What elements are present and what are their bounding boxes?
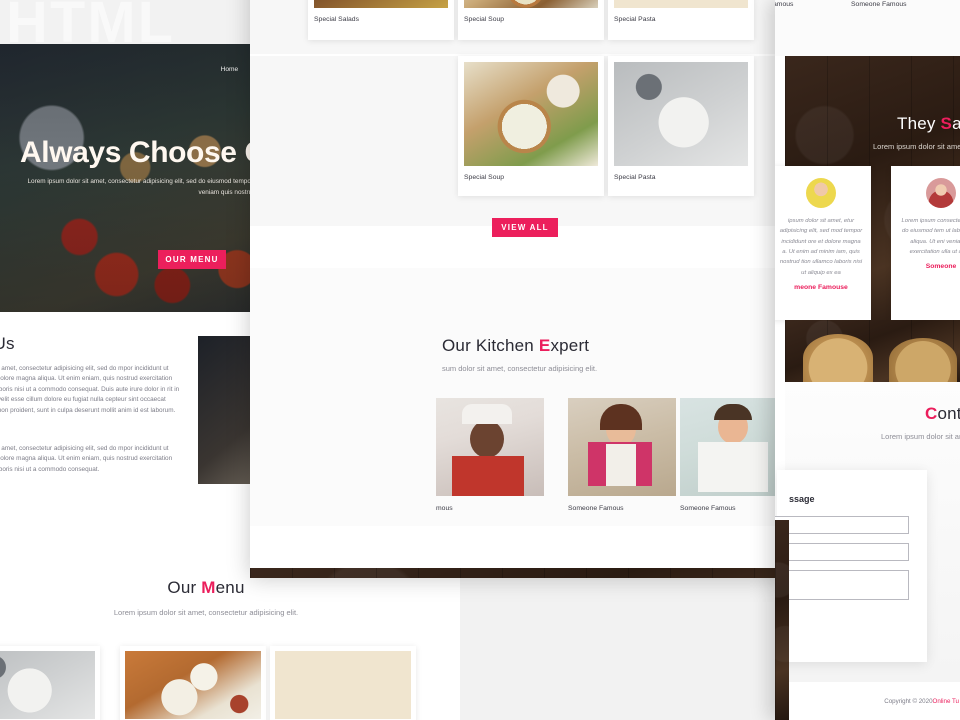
testimonials-title-accent: S	[940, 114, 953, 133]
avatar	[806, 178, 836, 208]
contact-title-accent: C	[925, 404, 938, 423]
right-screenshot-panel: amous Someone Famous They Said Lorem ips…	[775, 0, 960, 720]
center-menu-grid-top: Special Salads Special Soup Special Past…	[250, 0, 790, 54]
center-screenshot-panel: Special Salads Special Soup Special Past…	[250, 0, 790, 578]
nav-item-home[interactable]: Home	[221, 66, 239, 73]
about-paragraph-1: m dolor sit amet, consectetur adipisicin…	[0, 365, 180, 414]
contact-email-input[interactable]	[775, 543, 909, 561]
menu-card-image	[314, 0, 448, 8]
contact-title: Conta	[925, 404, 960, 424]
testimonial-card[interactable]: Lorem ipsum consectetur adip do eiusmod …	[891, 166, 960, 320]
contact-name-input[interactable]	[775, 516, 909, 534]
expert-member[interactable]: Someone Famous	[568, 398, 676, 518]
expert-title-suffix: xpert	[550, 336, 590, 355]
chef-hat-icon	[462, 404, 512, 424]
menu-card[interactable]	[120, 646, 266, 720]
expert-title-accent: E	[538, 336, 551, 355]
menu-card-image	[125, 651, 261, 719]
contact-form-title: ssage	[789, 494, 815, 504]
menu-card[interactable]: Special Soup	[458, 56, 604, 196]
menu-card[interactable]	[0, 646, 100, 720]
menu-card-label: Special Pasta	[614, 16, 656, 23]
expert-member-photo	[568, 398, 676, 496]
testimonials-title-suffix: aid	[952, 114, 960, 133]
menu-card[interactable]: Special Pasta	[608, 0, 754, 40]
menu-card-label: Special Pasta	[614, 174, 656, 181]
right-testimonials-section: They Said Lorem ipsum dolor sit amet, ip…	[775, 56, 960, 320]
contact-title-suffix: onta	[937, 404, 960, 423]
right-expert-tail: amous Someone Famous	[775, 0, 960, 56]
expert-member-photo	[680, 398, 788, 496]
menu-card-label: Special Salads	[314, 16, 359, 23]
avatar	[926, 178, 956, 208]
photo-bleed-strip	[775, 520, 789, 720]
chef-apron-icon	[606, 444, 636, 486]
testimonials-title-prefix: They	[897, 114, 941, 133]
testimonial-quote: Lorem ipsum consectetur adip do eiusmod …	[901, 218, 960, 255]
expert-member-name: Someone Famous	[680, 505, 736, 512]
menu-title-suffix: enu	[215, 578, 245, 597]
menu-card-image	[275, 651, 411, 719]
menu-card-label: Special Soup	[464, 174, 505, 181]
about-paragraph-2: m dolor sit amet, consectetur adipisicin…	[0, 445, 173, 473]
testimonial-card[interactable]: ipsum dolor sit amet, etur adipisicing e…	[775, 166, 871, 320]
expert-member-name: Someone Famous	[568, 505, 624, 512]
contact-form-card: ssage	[775, 470, 927, 662]
contact-message-input[interactable]	[775, 570, 909, 600]
chef-hair-icon	[600, 404, 642, 430]
expert-member-name: mous	[436, 505, 453, 512]
expert-member-name: Someone Famous	[851, 1, 907, 8]
center-menu-grid-bottom: Special Soup Special Pasta VIEW ALL	[250, 56, 790, 237]
menu-title-prefix: Our	[167, 578, 202, 597]
menu-card-image	[614, 0, 748, 8]
contact-subtitle: Lorem ipsum dolor sit amet,	[881, 432, 960, 441]
menu-card-label: Special Soup	[464, 16, 505, 23]
view-all-button[interactable]: VIEW ALL	[492, 218, 558, 237]
testimonial-author: meone Famouse	[794, 283, 848, 291]
testimonial-quote: ipsum dolor sit amet, etur adipisicing e…	[779, 218, 863, 276]
menu-card[interactable]: Special Soup	[458, 0, 604, 40]
testimonials-title: They Said	[897, 114, 960, 134]
about-title: ut Us	[0, 334, 15, 353]
footer: Copyright © 2020 Online Tu	[785, 682, 960, 720]
testimonials-bottom-strip	[785, 320, 960, 382]
chef-apron-icon	[452, 456, 524, 496]
chef-shirt-icon	[588, 442, 652, 486]
menu-card-image	[0, 651, 95, 719]
menu-card-image	[614, 62, 748, 166]
menu-title-accent: M	[201, 578, 216, 597]
expert-member[interactable]: mous	[436, 398, 544, 518]
chef-coat-icon	[698, 442, 768, 492]
expert-member-photo	[436, 398, 544, 496]
chef-face-icon	[718, 410, 748, 444]
chef-hair-icon	[714, 404, 752, 420]
menu-card[interactable]: Special Salads	[308, 0, 454, 40]
expert-section: Our Kitchen Expert sum dolor sit amet, c…	[250, 268, 790, 526]
expert-member[interactable]: Someone Famous	[680, 398, 788, 518]
chef-face-icon	[606, 412, 636, 446]
menu-card[interactable]: Special Pasta	[608, 56, 754, 196]
menu-section-subtitle: Lorem ipsum dolor sit amet, consectetur …	[113, 608, 299, 617]
menu-card[interactable]	[270, 646, 416, 720]
screenshot-collage: HTML Home About Menu Expert Testimonials…	[0, 0, 960, 720]
expert-subtitle: sum dolor sit amet, consectetur adipisic…	[442, 364, 598, 373]
menu-card-image	[464, 62, 598, 166]
expert-title: Our Kitchen Expert	[442, 336, 589, 356]
expert-title-prefix: Our Kitchen	[442, 336, 539, 355]
footer-brand-link[interactable]: Online Tu	[933, 698, 959, 705]
menu-card-image	[464, 0, 598, 8]
testimonials-subtitle: Lorem ipsum dolor sit amet,	[873, 142, 960, 151]
testimonial-author: Someone	[925, 263, 957, 271]
chef-face-icon	[470, 420, 504, 458]
contact-section: Conta Lorem ipsum dolor sit amet, ssage	[775, 382, 960, 682]
footer-copyright: Copyright © 2020	[884, 697, 933, 705]
menu-section-title: Our Menu	[0, 578, 416, 598]
bread-image	[889, 338, 957, 382]
testimonials-section-center: They Said About Us sum dolor sit amet, c…	[250, 568, 790, 578]
hero-our-menu-button[interactable]: OUR MENU	[158, 250, 226, 269]
expert-member-name: amous	[775, 1, 794, 8]
bread-image	[803, 334, 873, 382]
